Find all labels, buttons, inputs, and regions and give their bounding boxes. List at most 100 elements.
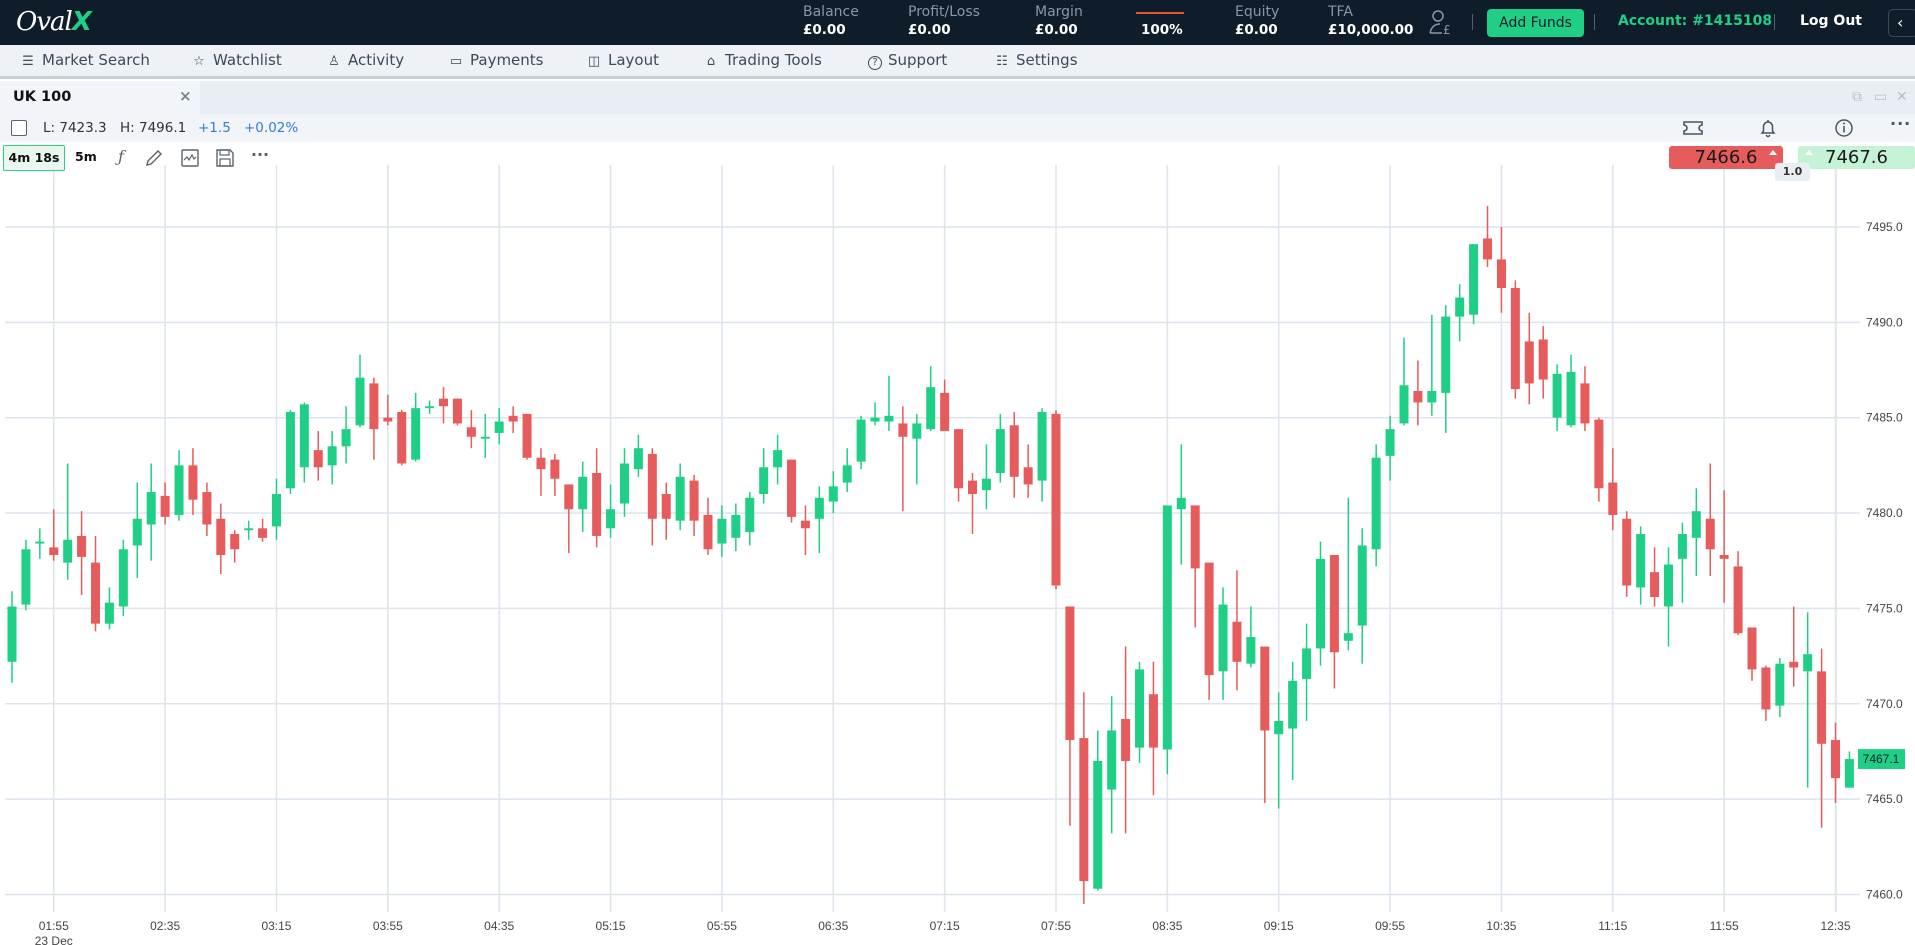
candle-body-up: [63, 539, 73, 563]
candle-body-down: [188, 465, 198, 500]
candle-body-down: [1510, 288, 1520, 390]
candle-body-up: [118, 549, 128, 607]
x-tick-label: 07:55: [1041, 919, 1071, 933]
candle-body-down: [230, 534, 240, 550]
candle-body-up: [1552, 373, 1562, 418]
candle-body-down: [1329, 555, 1339, 653]
menu-support[interactable]: ? Support: [868, 51, 947, 70]
candle-body-up: [1135, 669, 1145, 748]
candle-body-down: [439, 398, 449, 407]
candle-body-down: [1121, 719, 1131, 761]
candle-body-up: [1677, 534, 1687, 559]
info-icon[interactable]: [1834, 118, 1854, 138]
candle-body-up: [1775, 663, 1785, 706]
candle-body-down: [1733, 566, 1743, 634]
candle-body-down: [661, 493, 671, 519]
menu-market-search[interactable]: ☰ Market Search: [20, 51, 150, 69]
candle-body-up: [1844, 759, 1854, 788]
candle-body-up: [174, 465, 184, 515]
candle-body-down: [1065, 606, 1075, 740]
brand-logo[interactable]: OvalX: [16, 7, 92, 37]
indicator-icon[interactable]: [179, 147, 201, 169]
timeframe-selector[interactable]: 5m: [75, 149, 97, 164]
menu-payments[interactable]: ▭ Payments: [448, 51, 544, 69]
more-icon[interactable]: ···: [249, 145, 271, 167]
close-window-icon[interactable]: ✕: [1896, 89, 1908, 105]
menu-label: Activity: [348, 51, 405, 69]
candle-body-down: [1204, 562, 1214, 676]
candle-body-up: [1803, 654, 1813, 672]
select-checkbox[interactable]: [11, 120, 27, 136]
bell-icon[interactable]: [1758, 118, 1778, 138]
graduation-cap-icon: ⌂: [706, 54, 716, 69]
candle-body-up: [995, 429, 1005, 474]
candle-body-down: [1413, 391, 1423, 403]
y-tick-label: 7460.0: [1866, 887, 1903, 901]
candle-body-down: [1817, 671, 1827, 744]
menu-settings[interactable]: ☷ Settings: [994, 51, 1078, 69]
candle-body-up: [1288, 680, 1298, 729]
candle-body-down: [536, 457, 546, 470]
help-circle-icon: ?: [868, 56, 882, 70]
candle-body-up: [731, 514, 741, 538]
menu-activity[interactable]: ♙ Activity: [326, 51, 404, 69]
candle-body-up: [842, 465, 852, 483]
close-icon[interactable]: ×: [179, 87, 192, 105]
buy-price: 7467.6: [1825, 147, 1888, 168]
divider: [1594, 14, 1595, 30]
last-price-label: 7467.1: [1863, 752, 1900, 766]
sell-price-button[interactable]: 7466.6: [1669, 146, 1783, 169]
candle-body-down: [452, 398, 462, 424]
function-icon[interactable]: ƒ: [110, 147, 132, 169]
pencil-icon[interactable]: [143, 147, 165, 169]
candle-body-down: [898, 423, 908, 437]
candle-body-up: [244, 528, 254, 531]
candle-body-down: [967, 480, 977, 494]
menu-watchlist[interactable]: ☆ Watchlist: [191, 51, 282, 69]
menu-label: Settings: [1016, 51, 1078, 69]
candle-body-up: [35, 541, 45, 544]
tab-uk-100[interactable]: UK 100 ×: [0, 81, 200, 114]
chevron-left-icon[interactable]: ‹: [1888, 9, 1915, 37]
x-tick-label: 01:55: [39, 919, 69, 933]
menu-layout[interactable]: ◫ Layout: [586, 51, 659, 69]
candle-body-up: [285, 411, 295, 489]
candle-body-up: [1315, 558, 1325, 649]
svg-text:£: £: [1443, 23, 1451, 36]
candlestick-chart[interactable]: 7495.0 7490.0 7485.0 7480.0 7475.0 7470.0 7465…: [0, 142, 1915, 945]
candle-body-up: [327, 446, 337, 466]
candle-body-up: [425, 406, 435, 409]
search-list-icon: ☰: [22, 54, 34, 69]
candle-body-down: [1148, 694, 1158, 748]
card-icon: ▭: [449, 54, 463, 69]
maximize-icon[interactable]: ▭: [1874, 89, 1887, 105]
margin-stat: Margin £0.00: [1035, 3, 1083, 39]
margin-level-value: 100%: [1141, 22, 1183, 38]
candle-body-up: [1399, 385, 1409, 424]
buy-price-button[interactable]: 7467.6: [1798, 146, 1915, 169]
add-funds-button[interactable]: Add Funds: [1487, 9, 1584, 37]
candle-body-down: [1524, 341, 1534, 384]
x-tick-label: 03:15: [261, 919, 291, 933]
ticket-icon[interactable]: [1682, 120, 1704, 136]
more-icon[interactable]: ···: [1890, 114, 1911, 133]
profit-loss-stat: Profit/Loss £0.00: [908, 3, 980, 39]
menu-trading-tools[interactable]: ⌂ Trading Tools: [703, 51, 822, 69]
candle-body-down: [564, 484, 574, 510]
candle-body-down: [522, 413, 532, 458]
candle-body-down: [77, 535, 87, 557]
up-arrow-icon: [1769, 150, 1777, 155]
user-icon: ♙: [328, 54, 340, 69]
candle-body-down: [1496, 259, 1506, 289]
save-icon[interactable]: [214, 147, 236, 169]
y-tick-label: 7480.0: [1866, 506, 1903, 520]
candle-body-down: [703, 514, 713, 550]
tab-title: UK 100: [13, 89, 72, 105]
popout-icon[interactable]: ⧉: [1852, 89, 1862, 105]
candle-body-up: [299, 404, 309, 468]
logout-button[interactable]: Log Out: [1800, 13, 1862, 29]
candle-body-up: [271, 493, 281, 527]
account-number[interactable]: Account: #1415108: [1618, 13, 1772, 29]
logo-text: Oval: [16, 7, 73, 37]
user-funds-icon[interactable]: £: [1428, 8, 1456, 36]
